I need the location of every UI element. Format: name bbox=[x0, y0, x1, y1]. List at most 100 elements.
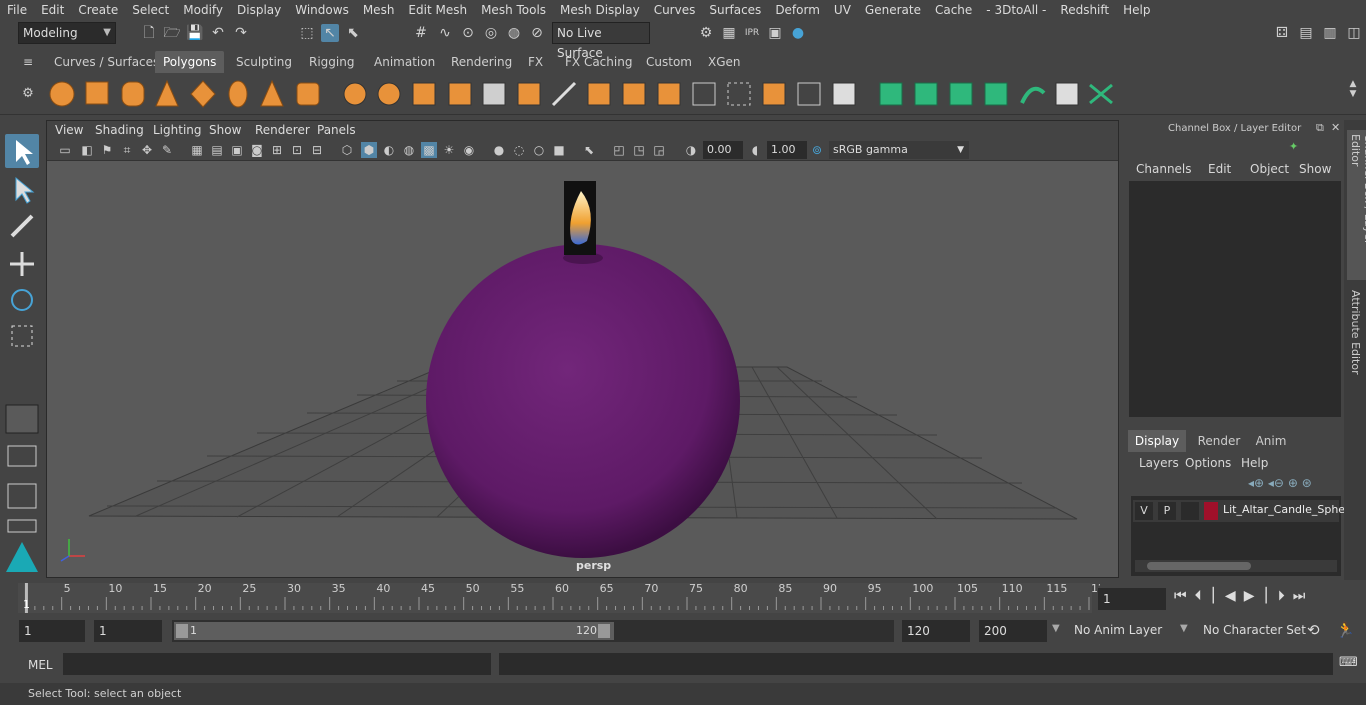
menu-uv[interactable]: UV bbox=[827, 3, 858, 17]
separate-icon[interactable] bbox=[377, 82, 401, 106]
snap-grid-icon[interactable]: # bbox=[412, 24, 430, 42]
layer-playback-toggle[interactable]: P bbox=[1158, 502, 1176, 520]
channel-box-list[interactable] bbox=[1129, 181, 1341, 417]
panel-layout-icon[interactable] bbox=[7, 519, 37, 533]
hud-icon[interactable]: ◲ bbox=[651, 142, 667, 158]
move-layer-down-icon[interactable]: ◂⊖ bbox=[1268, 476, 1284, 490]
new-scene-icon[interactable]: 🗋 bbox=[140, 24, 158, 42]
shelf-tab-xgen[interactable]: XGen bbox=[700, 51, 749, 73]
channel-box-menu-edit[interactable]: Edit bbox=[1208, 162, 1231, 176]
shelf-menu-icon[interactable]: ≡ bbox=[19, 53, 37, 71]
menu-surfaces[interactable]: Surfaces bbox=[702, 3, 768, 17]
shelf-tab-rendering[interactable]: Rendering bbox=[443, 51, 520, 73]
new-layer-selected-icon[interactable]: ⊛ bbox=[1302, 476, 1312, 490]
command-input[interactable] bbox=[63, 653, 491, 675]
offset-edge-loop-icon[interactable] bbox=[727, 82, 751, 106]
grease-pencil-icon[interactable]: ✎ bbox=[159, 142, 175, 158]
isolate-select-icon[interactable]: ⬉ bbox=[581, 142, 597, 158]
channel-box-menu-object[interactable]: Object bbox=[1250, 162, 1289, 176]
render-frame-icon[interactable]: ▦ bbox=[720, 24, 738, 42]
lasso-tool-icon[interactable] bbox=[15, 176, 35, 204]
layer-menu-help[interactable]: Help bbox=[1241, 456, 1268, 470]
menu-windows[interactable]: Windows bbox=[288, 3, 356, 17]
range-slider[interactable]: 1 120 bbox=[172, 620, 894, 642]
select-object-icon[interactable]: ↖ bbox=[321, 24, 339, 42]
channel-box-icon[interactable]: ✦ bbox=[1289, 140, 1298, 153]
poly-sphere-icon[interactable] bbox=[49, 81, 75, 107]
layer-menu-layers[interactable]: Layers bbox=[1139, 456, 1179, 470]
outliner-layout-icon[interactable] bbox=[7, 483, 37, 509]
channel-box-side-tab[interactable]: Channel Box / Layer Editor bbox=[1347, 130, 1366, 280]
safe-title-icon[interactable]: ⊟ bbox=[309, 142, 325, 158]
auto-key-icon[interactable]: ⟲ bbox=[1307, 621, 1320, 639]
poly-cone-icon[interactable] bbox=[155, 79, 179, 107]
script-editor-icon[interactable]: ⌨ bbox=[1339, 655, 1358, 670]
uv-automatic-icon[interactable] bbox=[984, 82, 1008, 106]
layer-tab-anim[interactable]: Anim bbox=[1248, 430, 1294, 452]
attribute-editor-side-tab[interactable]: Attribute Editor bbox=[1347, 288, 1364, 378]
poly-cube-icon[interactable] bbox=[85, 81, 109, 105]
range-slider-fill[interactable] bbox=[174, 622, 614, 640]
perspective-viewport[interactable]: View Shading Lighting Show Renderer Panels ▭ … bbox=[46, 120, 1119, 578]
camera-select-icon[interactable]: ▭ bbox=[57, 142, 73, 158]
gamma-icon[interactable]: ◖ bbox=[747, 142, 763, 158]
extract-icon[interactable] bbox=[412, 82, 436, 106]
chevron-down-icon[interactable]: ▼ bbox=[1052, 623, 1060, 634]
move-layer-up-icon[interactable]: ◂⊕ bbox=[1248, 476, 1264, 490]
layer-tab-display[interactable]: Display bbox=[1128, 430, 1186, 452]
xray-components-icon[interactable]: ◳ bbox=[631, 142, 647, 158]
multi-cut-icon[interactable] bbox=[551, 81, 577, 107]
end-time-field[interactable]: 200 bbox=[979, 620, 1047, 642]
layer-menu-options[interactable]: Options bbox=[1185, 456, 1231, 470]
gate-mask-icon[interactable]: ◙ bbox=[249, 142, 265, 158]
snap-point-icon[interactable]: ⊙ bbox=[459, 24, 477, 42]
uv-unfold-icon[interactable] bbox=[1089, 83, 1113, 105]
exposure-field[interactable]: 0.00 bbox=[703, 141, 743, 159]
field-chart-icon[interactable]: ⊞ bbox=[269, 142, 285, 158]
close-panel-icon[interactable]: ✕ bbox=[1331, 121, 1340, 134]
layer-tab-render[interactable]: Render bbox=[1192, 430, 1246, 452]
resolution-gate-icon[interactable]: ▣ bbox=[229, 142, 245, 158]
range-slider-start-handle[interactable] bbox=[176, 624, 188, 638]
poly-torus-icon[interactable] bbox=[228, 80, 248, 108]
uv-cylindrical-icon[interactable] bbox=[914, 82, 938, 106]
layer-color-swatch[interactable] bbox=[1204, 502, 1218, 520]
smooth-icon[interactable] bbox=[448, 82, 472, 106]
wireframe-icon[interactable]: ⬡ bbox=[339, 142, 355, 158]
range-slider-end-handle[interactable] bbox=[598, 624, 610, 638]
four-view-layout-icon[interactable] bbox=[7, 445, 37, 467]
fill-hole-icon[interactable] bbox=[657, 82, 681, 106]
uv-spherical-icon[interactable] bbox=[949, 82, 973, 106]
camera-attributes-icon[interactable]: ◧ bbox=[79, 142, 95, 158]
float-panel-icon[interactable]: ⧉ bbox=[1316, 121, 1324, 135]
redshift-render-icon[interactable]: ● bbox=[789, 24, 807, 42]
character-set-label[interactable]: No Character Set bbox=[1203, 623, 1306, 637]
combine-icon[interactable] bbox=[343, 82, 367, 106]
select-component-icon[interactable]: ⬉ bbox=[344, 24, 362, 42]
menu-select[interactable]: Select bbox=[125, 3, 176, 17]
go-to-end-icon[interactable]: ⏭ bbox=[1293, 588, 1314, 604]
chevron-down-icon[interactable]: ▼ bbox=[1180, 623, 1188, 634]
append-polygon-icon[interactable] bbox=[762, 82, 786, 106]
playback-start-field[interactable]: 1 bbox=[94, 620, 162, 642]
grid-toggle-icon[interactable]: ▦ bbox=[189, 142, 205, 158]
3d-scene[interactable]: persp bbox=[47, 161, 1119, 578]
menu-3dtoall[interactable]: - 3DtoAll - bbox=[979, 3, 1053, 17]
channel-box-menu-channels[interactable]: Channels bbox=[1136, 162, 1192, 176]
insert-edge-loop-icon[interactable] bbox=[692, 82, 716, 106]
menu-curves[interactable]: Curves bbox=[647, 3, 703, 17]
shelf-scroll-icon[interactable]: ▲ ▼ bbox=[1344, 79, 1362, 99]
scale-tool-icon[interactable] bbox=[11, 325, 33, 347]
uv-planar-icon[interactable] bbox=[879, 82, 903, 106]
undo-icon[interactable]: ↶ bbox=[209, 24, 227, 42]
gamma-field[interactable]: 1.00 bbox=[767, 141, 807, 159]
step-back-key-icon[interactable]: ⎮ bbox=[1210, 588, 1225, 604]
rotate-tool-icon[interactable] bbox=[11, 289, 33, 311]
bookmark-icon[interactable]: ⚑ bbox=[99, 142, 115, 158]
safe-action-icon[interactable]: ⊡ bbox=[289, 142, 305, 158]
new-layer-icon[interactable]: ⊕ bbox=[1288, 476, 1298, 490]
live-surface-field[interactable]: No Live Surface bbox=[552, 22, 650, 60]
toggle-attribute-editor-icon[interactable]: ▤ bbox=[1297, 24, 1315, 42]
shadows-icon[interactable]: ◉ bbox=[461, 142, 477, 158]
save-scene-icon[interactable]: 💾 bbox=[186, 24, 204, 42]
